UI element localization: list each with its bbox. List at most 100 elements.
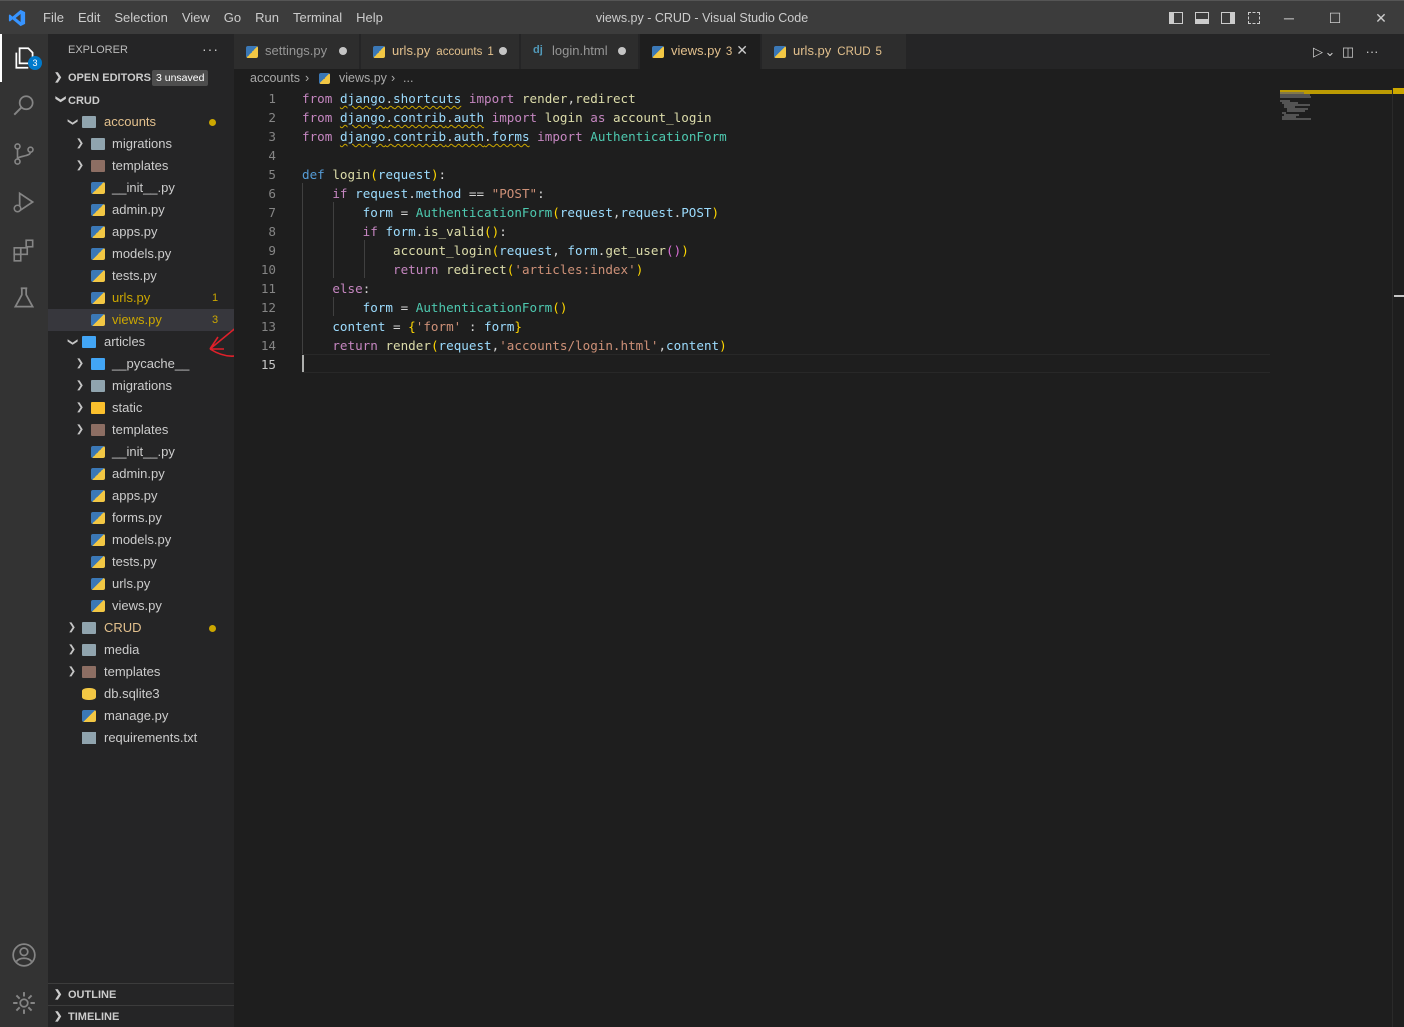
customize-layout-icon[interactable] bbox=[1241, 1, 1267, 35]
menu-selection[interactable]: Selection bbox=[107, 1, 174, 35]
breadcrumb-separator: › bbox=[391, 71, 396, 85]
unsaved-dot-icon[interactable] bbox=[499, 47, 507, 55]
close-tab-icon[interactable]: ✕ bbox=[736, 34, 748, 67]
workspace-label: CRUD bbox=[68, 95, 100, 107]
tree-item[interactable]: ❯ static bbox=[48, 397, 234, 419]
tree-item[interactable]: ❯ media bbox=[48, 639, 234, 661]
folder-static-icon bbox=[91, 402, 105, 414]
tree-item[interactable]: tests.py bbox=[48, 265, 234, 287]
tab-views-py[interactable]: views.py 3 ✕ bbox=[640, 34, 761, 69]
folder-python-icon bbox=[82, 336, 96, 348]
open-editors-label: OPEN EDITORS bbox=[68, 72, 151, 84]
django-template-icon: dj bbox=[533, 44, 543, 56]
toggle-secondary-sidebar-icon[interactable] bbox=[1215, 1, 1241, 35]
tab-description: CRUD bbox=[837, 46, 871, 58]
tab-settings-py[interactable]: settings.py bbox=[234, 34, 360, 69]
tree-item[interactable]: admin.py bbox=[48, 463, 234, 485]
breadcrumb-symbol[interactable]: ... bbox=[403, 69, 413, 88]
breadcrumb-folder[interactable]: accounts bbox=[250, 69, 300, 88]
vertical-scrollbar[interactable] bbox=[1392, 88, 1404, 1027]
breadcrumb-file[interactable]: views.py bbox=[339, 69, 387, 88]
tree-item[interactable]: tests.py bbox=[48, 551, 234, 573]
toggle-primary-sidebar-icon[interactable] bbox=[1163, 1, 1189, 35]
tree-item[interactable]: db.sqlite3 bbox=[48, 683, 234, 705]
tab-title: login.html bbox=[552, 34, 608, 67]
tree-item[interactable]: apps.py bbox=[48, 485, 234, 507]
tree-item[interactable]: views.py bbox=[48, 595, 234, 617]
menu-run[interactable]: Run bbox=[248, 1, 286, 35]
tree-item[interactable]: ❯ CRUD bbox=[48, 617, 234, 639]
tree-item-label: admin.py bbox=[112, 466, 165, 481]
menu-terminal[interactable]: Terminal bbox=[286, 1, 349, 35]
toggle-panel-icon[interactable] bbox=[1189, 1, 1215, 35]
code-line: else: bbox=[332, 281, 371, 296]
code-line: from django.contrib.auth import login as… bbox=[302, 110, 712, 125]
open-editors-section[interactable]: ❯ OPEN EDITORS 3 unsaved bbox=[48, 67, 234, 89]
menu-view[interactable]: View bbox=[175, 1, 217, 35]
python-file-icon bbox=[91, 226, 105, 238]
python-file-icon bbox=[652, 46, 664, 58]
text-file-icon bbox=[82, 732, 96, 744]
folder-icon bbox=[91, 380, 105, 392]
editor-more-actions-icon[interactable]: ··· bbox=[1360, 44, 1384, 59]
menu-file[interactable]: File bbox=[36, 1, 71, 35]
tab-description: accounts bbox=[436, 46, 483, 58]
tree-item[interactable]: ❯ templates bbox=[48, 419, 234, 441]
python-file-icon bbox=[91, 578, 105, 590]
activity-bar: 3 bbox=[0, 34, 48, 1027]
tab-urls-py[interactable]: urls.py CRUD 5 bbox=[762, 34, 907, 69]
current-line-highlight bbox=[302, 354, 1270, 373]
menu-help[interactable]: Help bbox=[349, 1, 390, 35]
account-icon[interactable] bbox=[0, 931, 48, 979]
tree-item[interactable]: requirements.txt bbox=[48, 727, 234, 749]
tree-item[interactable]: ❯ templates bbox=[48, 155, 234, 177]
tree-item[interactable]: manage.py bbox=[48, 705, 234, 727]
minimap[interactable] bbox=[1280, 88, 1390, 128]
chevron-right-icon: ❯ bbox=[75, 424, 85, 435]
tree-item[interactable]: ❯ templates bbox=[48, 661, 234, 683]
extensions-icon[interactable] bbox=[0, 226, 48, 274]
tree-item-label: templates bbox=[112, 422, 169, 437]
maximize-button[interactable]: ☐ bbox=[1312, 1, 1358, 35]
unsaved-dot-icon[interactable] bbox=[339, 47, 347, 55]
tree-item-label: templates bbox=[104, 664, 161, 679]
explorer-icon[interactable]: 3 bbox=[0, 34, 48, 82]
testing-icon[interactable] bbox=[0, 274, 48, 322]
timeline-section[interactable]: ❯ TIMELINE bbox=[48, 1005, 234, 1027]
search-icon[interactable] bbox=[0, 82, 48, 130]
outline-section[interactable]: ❯ OUTLINE bbox=[48, 983, 234, 1005]
tree-item[interactable]: __init__.py bbox=[48, 177, 234, 199]
settings-gear-icon[interactable] bbox=[0, 979, 48, 1027]
chevron-right-icon: ❯ bbox=[54, 72, 63, 83]
minimize-button[interactable]: ─ bbox=[1266, 1, 1312, 35]
tree-item[interactable]: ❯ migrations bbox=[48, 133, 234, 155]
menu-edit[interactable]: Edit bbox=[71, 1, 107, 35]
explorer-header: EXPLORER bbox=[68, 44, 128, 56]
tab-login-html[interactable]: dj login.html bbox=[521, 34, 639, 69]
tree-item[interactable]: models.py bbox=[48, 243, 234, 265]
unsaved-dot-icon[interactable] bbox=[618, 47, 626, 55]
tree-item[interactable]: ❯ migrations bbox=[48, 375, 234, 397]
source-control-icon[interactable] bbox=[0, 130, 48, 178]
run-debug-icon[interactable] bbox=[0, 178, 48, 226]
tree-item[interactable]: urls.py bbox=[48, 573, 234, 595]
tree-item[interactable]: __init__.py bbox=[48, 441, 234, 463]
tab-urls-py[interactable]: urls.py accounts 1 bbox=[361, 34, 520, 69]
editor-tabs: settings.py urls.py accounts 1 dj login.html v… bbox=[234, 34, 1404, 69]
tree-item[interactable]: models.py bbox=[48, 529, 234, 551]
close-window-button[interactable]: ✕ bbox=[1358, 1, 1404, 35]
tree-item-label: forms.py bbox=[112, 510, 162, 525]
menu-go[interactable]: Go bbox=[217, 1, 248, 35]
tree-item[interactable]: forms.py bbox=[48, 507, 234, 529]
tree-item[interactable]: apps.py bbox=[48, 221, 234, 243]
workspace-section[interactable]: ❯ CRUD bbox=[48, 90, 234, 112]
split-editor-icon[interactable]: ◫ bbox=[1336, 44, 1360, 60]
explorer-more-actions-icon[interactable]: ··· bbox=[202, 34, 219, 66]
tree-item[interactable]: urls.py 1 bbox=[48, 287, 234, 309]
python-file-icon bbox=[91, 204, 105, 216]
code-editor[interactable]: 1 2 3 4 5 6 7 8 9 10 11 12 13 14 15 from django.shortc… bbox=[234, 88, 1404, 1027]
run-dropdown-icon[interactable]: ⌄ bbox=[1324, 44, 1336, 60]
tree-item[interactable]: ❯ accounts bbox=[48, 111, 234, 133]
tree-item[interactable]: admin.py bbox=[48, 199, 234, 221]
chevron-right-icon: ❯ bbox=[67, 622, 77, 633]
